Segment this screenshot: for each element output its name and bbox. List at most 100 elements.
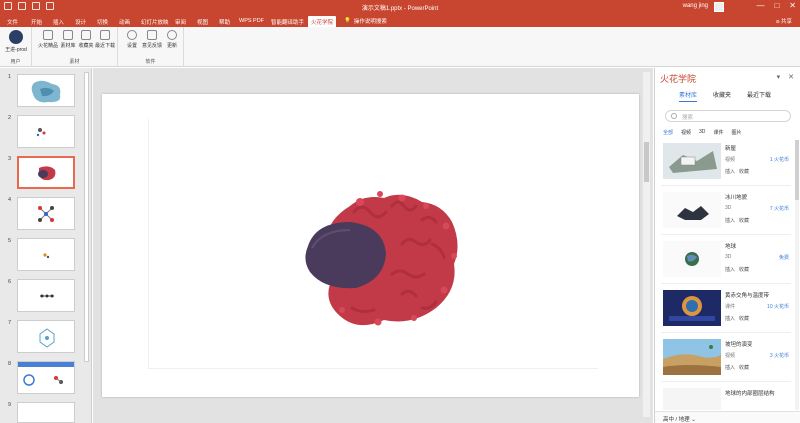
filter-3d[interactable]: 3D xyxy=(699,129,705,136)
huohua-featured-label: 火花精品 xyxy=(37,43,58,49)
grade-subject-selector[interactable]: 高中 / 地理 ⌄ xyxy=(655,411,800,423)
cell-3d-model[interactable] xyxy=(102,94,639,397)
chevron-down-icon[interactable]: ▾ xyxy=(777,73,781,81)
tab-recent-downloads[interactable]: 最近下载 xyxy=(747,90,771,99)
list-item[interactable]: 黄赤交角与温度带 课件 10 火花币 插入 收藏 xyxy=(661,287,791,331)
thumb-molecule-structure xyxy=(38,206,54,222)
ribbon-group-software: 设置 意见反馈 更新 软件 xyxy=(118,27,184,67)
feedback-icon xyxy=(147,30,157,40)
list-item[interactable]: 冰川地貌 3D 7 火花币 插入 收藏 xyxy=(661,189,791,233)
item-price: 7 火花币 xyxy=(769,206,789,212)
favorite-button[interactable]: 收藏 xyxy=(739,266,749,273)
slide-thumbnail-3[interactable] xyxy=(17,156,75,189)
slide-thumbnail-8[interactable] xyxy=(17,361,75,394)
maximize-button[interactable]: □ xyxy=(774,1,779,10)
list-item[interactable]: 新屋 视频 1 火花币 插入 收藏 xyxy=(661,140,791,184)
filter-image[interactable]: 图片 xyxy=(731,129,741,136)
settings-label: 设置 xyxy=(126,43,137,49)
current-slide[interactable] xyxy=(102,94,639,397)
item-actions: 插入 收藏 xyxy=(725,168,749,175)
thumb-small-molecule xyxy=(43,253,50,259)
scroll-thumb[interactable] xyxy=(795,140,799,200)
filter-video[interactable]: 视频 xyxy=(681,129,691,136)
filter-all[interactable]: 全部 xyxy=(663,129,673,136)
tab-view[interactable]: 视图 xyxy=(194,16,211,27)
tab-wps-pdf[interactable]: WPS PDF xyxy=(236,16,267,27)
thumbnail-scrollbar[interactable] xyxy=(84,72,89,362)
insert-button[interactable]: 插入 xyxy=(725,217,735,224)
item-name: 地球的内部圈层结构 xyxy=(725,391,775,397)
slide-number: 8 xyxy=(8,361,12,367)
minimize-button[interactable]: — xyxy=(756,1,764,10)
panel-scrollbar[interactable] xyxy=(795,140,799,410)
tab-favorites[interactable]: 收藏夹 xyxy=(713,90,731,99)
huohua-panel: 火花学院 ▾ ✕ 素材库 收藏夹 最近下载 搜索 全部 视频 3D 课件 图片 … xyxy=(654,68,800,423)
slide-thumbnail-7[interactable] xyxy=(17,320,75,353)
slide-number: 3 xyxy=(8,156,12,162)
close-button[interactable]: ✕ xyxy=(789,1,796,10)
editor-scrollbar[interactable] xyxy=(643,72,650,417)
divider xyxy=(661,332,791,333)
refresh-icon xyxy=(167,30,177,40)
panel-title: 火花学院 xyxy=(660,74,697,84)
thumb-ethanol-slide xyxy=(18,362,74,386)
insert-button[interactable]: 插入 xyxy=(725,168,735,175)
search-input[interactable]: 搜索 xyxy=(665,110,791,122)
tab-huohua-xueyuan[interactable]: 火花学院 xyxy=(308,16,337,27)
tell-me-search[interactable]: 💡 操作说明搜索 xyxy=(344,17,387,25)
item-name: 地球 xyxy=(725,244,737,250)
filter-courseware[interactable]: 课件 xyxy=(713,129,723,136)
slide-thumbnail-4[interactable] xyxy=(17,197,75,230)
group-label-software: 软件 xyxy=(145,59,156,65)
slide-thumbnail-1[interactable] xyxy=(17,74,75,107)
slide-thumbnail-5[interactable] xyxy=(17,238,75,271)
list-item[interactable]: 地球 3D 免费 插入 收藏 xyxy=(661,238,791,282)
tab-review[interactable]: 审阅 xyxy=(172,16,189,27)
divider xyxy=(661,234,791,235)
item-thumbnail xyxy=(663,388,721,410)
tab-file[interactable]: 文件 xyxy=(4,16,21,27)
slide-thumbnail-6[interactable] xyxy=(17,279,75,312)
favorite-button[interactable]: 收藏 xyxy=(739,217,749,224)
ribbon-tabs: 文件 开始 插入 设计 切换 动画 幻灯片放映 审阅 视图 帮助 WPS PDF… xyxy=(0,14,800,27)
tab-smart-translate[interactable]: 智能翻译助手 xyxy=(268,16,307,27)
slide-number: 5 xyxy=(8,238,12,244)
item-thumbnail xyxy=(663,143,721,179)
avatar[interactable] xyxy=(714,2,724,12)
user-profile-button[interactable]: 王进-prod xyxy=(4,30,28,53)
item-thumbnail xyxy=(663,339,721,375)
group-label-material: 素材 xyxy=(69,59,80,65)
user-name[interactable]: wang jing xyxy=(683,3,708,9)
tab-material-library[interactable]: 素材库 xyxy=(679,90,698,102)
tab-slideshow[interactable]: 幻灯片放映 xyxy=(138,16,172,27)
share-button[interactable]: ⍝ 共享 xyxy=(776,17,792,26)
tab-insert[interactable]: 插入 xyxy=(50,16,67,27)
list-item[interactable]: 地球的内部圈层结构 xyxy=(661,385,791,410)
item-category: 课件 xyxy=(725,304,736,310)
divider xyxy=(661,185,791,186)
tab-help[interactable]: 帮助 xyxy=(216,16,233,27)
scroll-thumb[interactable] xyxy=(644,142,649,182)
tab-animations[interactable]: 动画 xyxy=(116,16,133,27)
update-button[interactable]: 更新 xyxy=(160,30,184,49)
tab-design[interactable]: 设计 xyxy=(72,16,89,27)
insert-button[interactable]: 插入 xyxy=(725,266,735,273)
slide-thumbnail-9[interactable] xyxy=(17,402,75,423)
insert-button[interactable]: 插入 xyxy=(725,315,735,322)
tab-transitions[interactable]: 切换 xyxy=(94,16,111,27)
favorite-button[interactable]: 收藏 xyxy=(739,364,749,371)
insert-button[interactable]: 插入 xyxy=(725,364,735,371)
item-name: 黄赤交角与温度带 xyxy=(725,293,770,299)
favorite-button[interactable]: 收藏 xyxy=(739,168,749,175)
item-price: 免费 xyxy=(778,255,789,261)
item-name: 冰川地貌 xyxy=(725,195,748,201)
tab-home[interactable]: 开始 xyxy=(28,16,45,27)
recent-downloads-button[interactable]: 最近下载 xyxy=(93,30,117,49)
close-icon[interactable]: ✕ xyxy=(788,73,794,81)
slide-number: 6 xyxy=(8,279,12,285)
favorite-button[interactable]: 收藏 xyxy=(739,315,749,322)
item-actions: 插入 收藏 xyxy=(725,364,749,371)
list-item[interactable]: 坡坦的演变 视频 3 火花币 插入 收藏 xyxy=(661,336,791,380)
slide-thumbnail-2[interactable] xyxy=(17,115,75,148)
thumb-glacier-model xyxy=(31,80,61,103)
